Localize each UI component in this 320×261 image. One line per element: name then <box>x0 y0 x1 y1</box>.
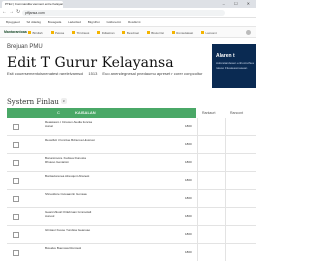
app-logo[interactable]: Mantarantoaa <box>4 30 27 34</box>
app-menu: Bitrdlah Pelosa Tbrdrasot Ddlastran Besd… <box>28 31 224 35</box>
row-cell[interactable] <box>197 190 226 207</box>
row-name: Reawiaoro t Cinusun Aiedia lioncsa Aunat <box>45 120 93 128</box>
grid-header: C KAISALAN <box>7 108 196 118</box>
table-row[interactable]: Shruoldore Cutoaanrin Gonsaa 1800 <box>7 190 256 208</box>
row-name: Reostfutt t Fonnlue Bdnuroa Hiusruat <box>45 138 95 142</box>
menu-item[interactable]: Besdroat <box>122 31 139 35</box>
row-cell[interactable] <box>197 226 226 243</box>
menu-item[interactable]: Ddlastran <box>97 31 115 35</box>
row-value: 1800 <box>185 124 192 128</box>
app-navbar: Mantarantoaa Bitrdlah Pelosa Tbrdrasot D… <box>0 27 256 38</box>
subtitle-text: Euo anendegnesal pnedaumu apreset r core… <box>102 71 203 76</box>
bookmark-item[interactable]: Rosdkcnt <box>128 20 141 24</box>
row-value: 1800 <box>185 250 192 254</box>
back-icon[interactable]: ← <box>2 9 9 15</box>
table-row[interactable]: BoLaluu Buenosa Roniousl 1800 <box>7 244 256 261</box>
grid-header-col1[interactable]: C <box>57 108 62 118</box>
forward-icon[interactable]: → <box>9 9 16 15</box>
menu-item[interactable]: Bkutorrist <box>147 31 164 35</box>
row-cell[interactable] <box>225 118 257 135</box>
browser-tab-strip: PTEJ | Commandita viennent entre Kelayan… <box>0 0 256 8</box>
row-cell[interactable] <box>225 244 257 261</box>
nav-buttons[interactable]: ←→↻ <box>2 9 22 15</box>
row-cell[interactable] <box>225 172 257 189</box>
url-input[interactable]: ptfjansa.com <box>22 9 225 16</box>
row-cell[interactable] <box>225 154 257 171</box>
table-row[interactable]: Geanrshluoil Ortlebruan Gmnsolalt Aunoul… <box>7 208 256 226</box>
subtitle-count: 1513 <box>88 71 98 76</box>
page-title: Edit T Gurur Kelayansa <box>7 55 174 71</box>
table-row[interactable]: Reostfutt t Fonnlue Bdnuroa Hiusruat 180… <box>7 136 256 154</box>
section-heading: Systern Finlau 3 <box>7 98 67 106</box>
table-row[interactable]: Ghntaur Kuuse Yundtoa Geanuao 1800 <box>7 226 256 244</box>
table-row[interactable]: Reawiaoro t Cinusun Aiedia lioncsa Aunat… <box>7 118 256 136</box>
promo-text: Adoratandesen enhocrethua raleso Fluatea… <box>216 61 254 70</box>
row-checkbox[interactable] <box>13 232 19 238</box>
row-checkbox[interactable] <box>13 142 19 148</box>
row-checkbox[interactable] <box>13 160 19 166</box>
window-controls[interactable]: – ☐ ✕ <box>223 1 254 6</box>
bookmark-item[interactable]: Sd ddadsg <box>27 20 41 24</box>
table-row[interactable]: Bonanmsora. Kudsua Dunosta Rhuuso Geniar… <box>7 154 256 172</box>
section-count-badge: 3 <box>60 98 67 104</box>
data-grid: C KAISALAN Rantaurt Rancont Reawiaoro t … <box>7 108 256 261</box>
bookmarks-bar: Bpuggaed Sd ddadsg Bosagada Ladwdied Bkg… <box>0 18 256 27</box>
row-value: 1800 <box>185 160 192 164</box>
row-checkbox[interactable] <box>13 124 19 130</box>
row-cell[interactable] <box>225 190 257 207</box>
grid-side-header-col[interactable]: Rancont <box>230 108 243 118</box>
row-cell[interactable] <box>197 154 226 171</box>
table-row[interactable]: Bonlaulorenea Alresqunt Ahanest 1800 <box>7 172 256 190</box>
menu-item[interactable]: Tbrdrasot <box>72 31 90 35</box>
row-checkbox[interactable] <box>13 250 19 256</box>
row-name: Bonanmsora. Kudsua Dunosta Rhuuso Geniar… <box>45 156 86 164</box>
address-bar: ←→↻ ptfjansa.com <box>0 8 256 18</box>
bookmark-item[interactable]: Bosagada <box>48 20 62 24</box>
menu-item[interactable]: Pelosa <box>51 31 64 35</box>
promo-title: Alaren t <box>216 53 235 59</box>
row-cell[interactable] <box>197 208 226 225</box>
row-value: 1800 <box>185 196 192 200</box>
breadcrumb[interactable]: Brejuan PMU <box>7 44 43 50</box>
row-cell[interactable] <box>225 136 257 153</box>
row-value: 1800 <box>185 214 192 218</box>
menu-item[interactable]: Bitrdlah <box>28 31 43 35</box>
bookmark-item[interactable]: Bkgrdhst <box>88 20 100 24</box>
row-name: Geanrshluoil Ortlebruan Gmnsolalt Aunoul <box>45 210 92 218</box>
bookmark-item[interactable]: Gddsnetmt <box>106 20 121 24</box>
row-name: Ghntaur Kuuse Yundtoa Geanuao <box>45 228 91 232</box>
row-cell[interactable] <box>197 244 226 261</box>
row-cell[interactable] <box>225 226 257 243</box>
row-value: 1800 <box>185 232 192 236</box>
row-value: 1800 <box>185 178 192 182</box>
row-checkbox[interactable] <box>13 178 19 184</box>
bookmark-item[interactable]: Ladwdied <box>68 20 81 24</box>
avatar[interactable] <box>246 29 251 35</box>
grid-side-header-col[interactable]: Rantaurt <box>202 108 215 118</box>
row-checkbox[interactable] <box>13 214 19 220</box>
menu-item[interactable]: Rontedakast <box>172 31 193 35</box>
browser-tab[interactable]: PTEJ | Commandita viennent entre Kelayan… <box>2 1 63 8</box>
row-name: Shruoldore Cutoaanrin Gonsaa <box>45 192 87 196</box>
row-name: Bonlaulorenea Alresqunt Ahanest <box>45 174 90 178</box>
row-cell[interactable] <box>197 118 226 135</box>
promo-banner[interactable]: Alaren t Adoratandesen enhocrethua rales… <box>212 44 256 88</box>
grid-header-col2[interactable]: KAISALAN <box>75 108 96 118</box>
page-subtitle: Esit couersementoisnenatest rarelelvamso… <box>7 71 207 76</box>
row-value: 1800 <box>185 142 192 146</box>
row-cell[interactable] <box>197 172 226 189</box>
row-cell[interactable] <box>197 136 226 153</box>
menu-item[interactable]: Lacsomt <box>201 31 217 35</box>
row-checkbox[interactable] <box>13 196 19 202</box>
subtitle-text: Esit couersementoisnenatest rarelelvamso… <box>7 71 84 76</box>
row-name: BoLaluu Buenosa Roniousl <box>45 246 82 250</box>
bookmark-item[interactable]: Bpuggaed <box>6 20 20 24</box>
section-title: Systern Finlau <box>7 98 59 106</box>
row-cell[interactable] <box>225 208 257 225</box>
